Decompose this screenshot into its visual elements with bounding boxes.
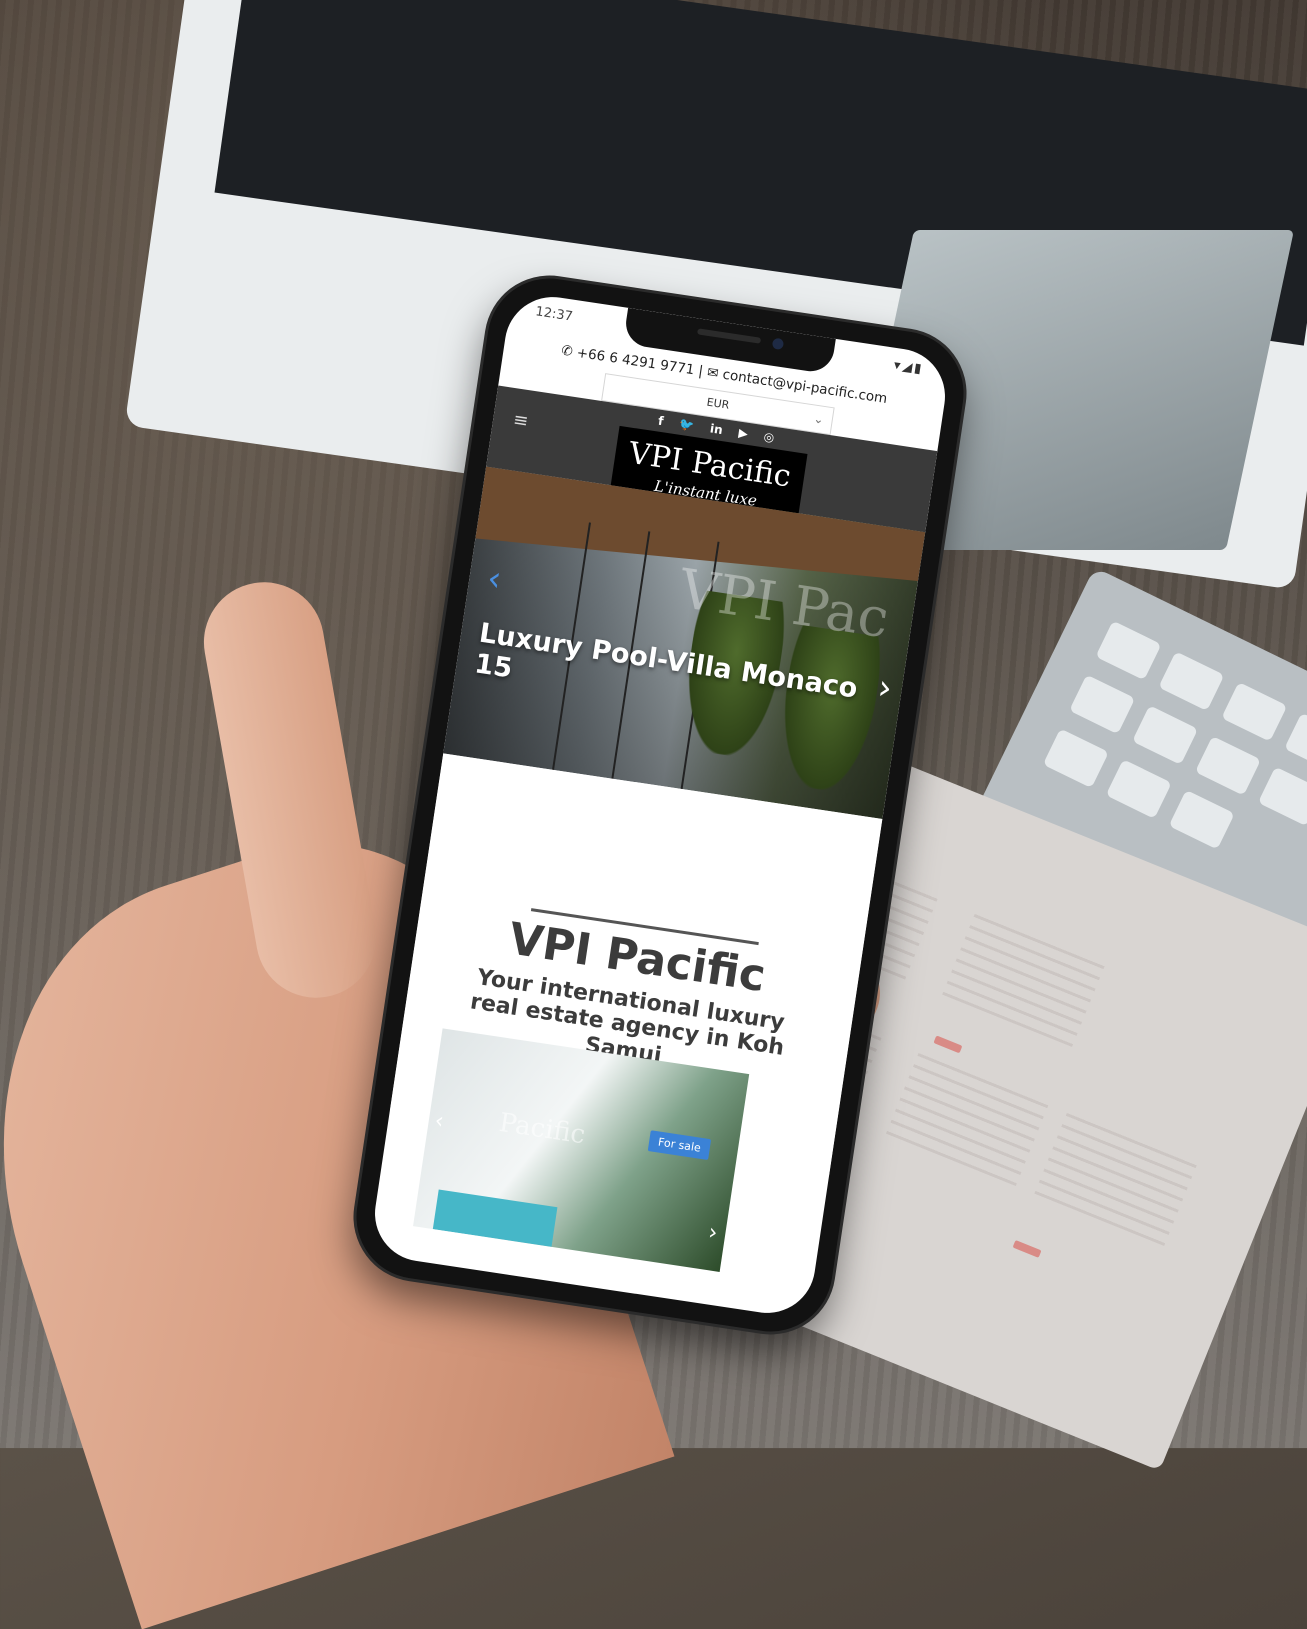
front-camera-icon xyxy=(771,337,785,351)
facebook-icon[interactable]: f xyxy=(657,414,664,429)
status-badge: For sale xyxy=(647,1130,712,1161)
contact-separator: | xyxy=(697,363,705,380)
slider-prev-icon[interactable]: ‹ xyxy=(485,558,504,600)
listing-watermark: Pacific xyxy=(497,1107,588,1151)
youtube-icon[interactable]: ▶ xyxy=(738,426,749,441)
card-next-icon[interactable]: › xyxy=(707,1220,719,1246)
phone-icon: ✆ xyxy=(560,342,574,361)
status-time: 12:37 xyxy=(534,304,574,325)
instagram-icon[interactable]: ◎ xyxy=(763,429,775,444)
card-prev-icon[interactable]: ‹ xyxy=(433,1108,445,1134)
linkedin-icon[interactable]: in xyxy=(709,421,724,437)
currency-value: EUR xyxy=(705,395,731,412)
hamburger-menu-icon[interactable]: ≡ xyxy=(512,409,532,432)
twitter-icon[interactable]: 🐦 xyxy=(678,417,695,433)
signal-battery-icon: ▾◢▮ xyxy=(892,357,925,378)
chevron-down-icon: ⌄ xyxy=(812,411,825,427)
mail-icon: ✉ xyxy=(706,364,720,382)
